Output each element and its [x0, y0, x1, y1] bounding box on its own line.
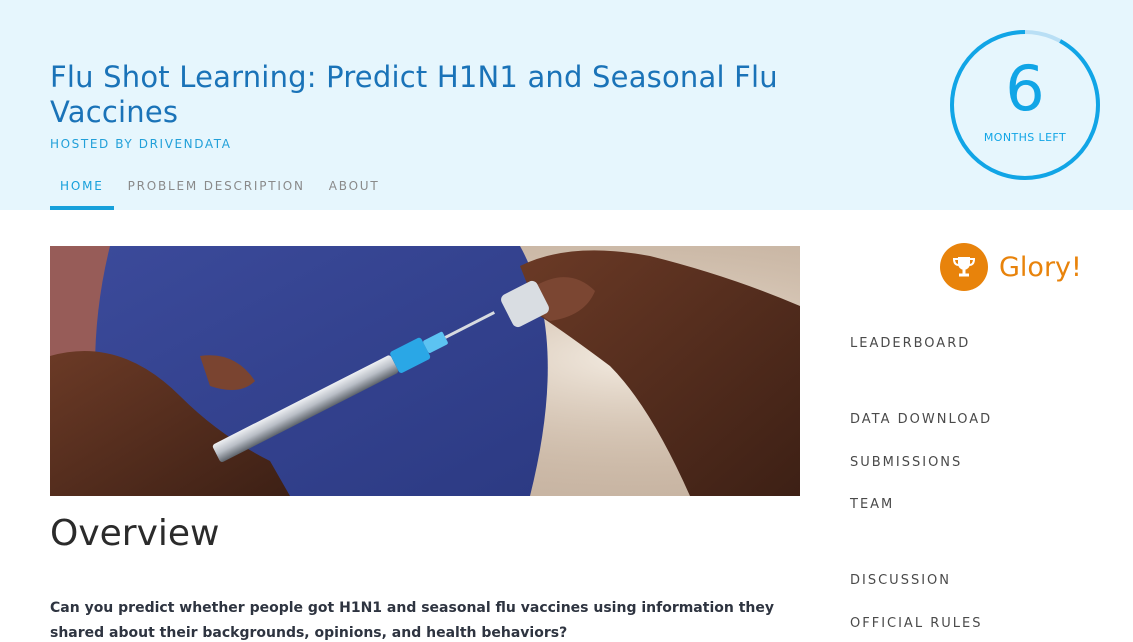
overview-heading: Overview [50, 513, 220, 554]
page-title: Flu Shot Learning: Predict H1N1 and Seas… [50, 60, 778, 129]
competition-header: Flu Shot Learning: Predict H1N1 and Seas… [0, 0, 1133, 210]
sidebar-link-official-rules[interactable]: OFFICIAL RULES [850, 616, 982, 631]
hosted-by-label: HOSTED BY DRIVENDATA [50, 137, 232, 151]
prize-label: Glory! [999, 251, 1082, 283]
months-left-countdown: 6 MONTHS LEFT [949, 29, 1101, 181]
vaccine-syringe-photo [50, 246, 800, 496]
overview-description: Can you predict whether people got H1N1 … [50, 600, 774, 641]
sidebar-link-team[interactable]: TEAM [850, 497, 894, 512]
tab-problem-description[interactable]: PROBLEM DESCRIPTION [118, 168, 315, 210]
trophy-base [959, 273, 969, 277]
months-left-number: 6 [1005, 52, 1045, 125]
sidebar-link-submissions[interactable]: SUBMISSIONS [850, 455, 962, 470]
prize-badge: Glory! [940, 242, 1082, 292]
sidebar-link-discussion[interactable]: DISCUSSION [850, 573, 951, 588]
tab-home[interactable]: HOME [50, 168, 114, 210]
competition-tabs: HOME PROBLEM DESCRIPTION ABOUT [50, 168, 394, 210]
trophy-stem [962, 269, 966, 274]
trophy-icon [940, 243, 988, 291]
sidebar-link-data-download[interactable]: DATA DOWNLOAD [850, 412, 992, 427]
trophy-cup [958, 257, 970, 270]
tab-about[interactable]: ABOUT [319, 168, 390, 210]
hero-image [50, 246, 800, 496]
sidebar-link-leaderboard[interactable]: LEADERBOARD [850, 336, 970, 351]
months-left-label: MONTHS LEFT [983, 131, 1067, 144]
trophy-glyph [952, 257, 976, 277]
